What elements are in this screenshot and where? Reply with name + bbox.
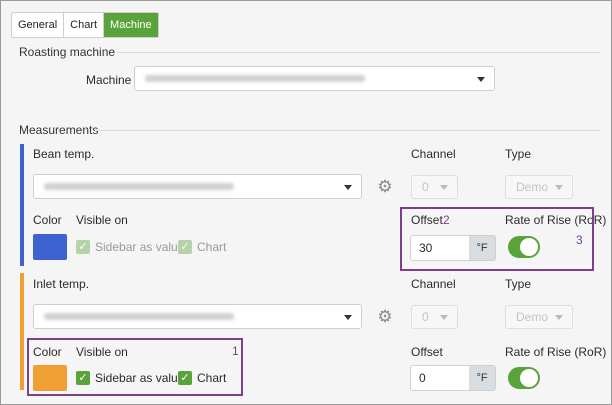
inlet-ror-label: Rate of Rise (RoR) <box>505 345 607 359</box>
inlet-type-select[interactable]: Demo <box>505 305 573 329</box>
inlet-channel-value: 0 <box>422 310 429 324</box>
inlet-type-value: Demo <box>516 310 549 324</box>
bean-channel-select[interactable]: 0 <box>411 175 458 199</box>
annotation-box-visible-on <box>27 338 243 396</box>
roasting-machine-title: Roasting machine <box>19 45 116 59</box>
bean-temp-label: Bean temp. <box>33 147 95 161</box>
bean-type-select[interactable]: Demo <box>505 175 573 199</box>
redacted-value <box>145 74 365 82</box>
machine-label: Machine <box>86 73 132 87</box>
chevron-down-icon <box>440 185 448 190</box>
bean-color-label: Color <box>33 213 62 227</box>
checkmark-icon: ✓ <box>178 240 192 254</box>
chevron-down-icon <box>555 185 563 190</box>
bean-type-label: Type <box>505 147 532 161</box>
measurements-title: Measurements <box>19 123 99 137</box>
chevron-down-icon <box>344 184 352 190</box>
divider <box>95 130 601 131</box>
inlet-accent-bar <box>20 273 24 390</box>
tab-machine[interactable]: Machine <box>104 13 158 37</box>
bean-sidebar-checkbox[interactable]: ✓ Sidebar as value <box>76 240 184 254</box>
inlet-offset-label: Offset <box>411 345 443 359</box>
chevron-down-icon <box>477 76 485 82</box>
redacted-value <box>44 182 234 190</box>
tab-general[interactable]: General <box>12 13 65 37</box>
inlet-offset-unit: °F <box>469 366 495 390</box>
bean-channel-label: Channel <box>411 147 456 161</box>
gear-icon[interactable]: ⚙ <box>376 308 394 326</box>
checkmark-icon: ✓ <box>76 240 90 254</box>
chevron-down-icon <box>344 314 352 320</box>
bean-sidebar-label: Sidebar as value <box>95 240 185 254</box>
chevron-down-icon <box>440 315 448 320</box>
inlet-offset-input[interactable]: 0 °F <box>410 365 496 391</box>
inlet-sensor-select[interactable] <box>33 304 362 329</box>
annotation-box-offset-ror <box>400 207 594 271</box>
bean-color-swatch[interactable] <box>33 234 67 260</box>
chevron-down-icon <box>555 315 563 320</box>
bean-sensor-select[interactable] <box>33 174 362 199</box>
machine-select[interactable] <box>134 66 495 91</box>
tab-chart[interactable]: Chart <box>64 13 105 37</box>
gear-icon[interactable]: ⚙ <box>376 178 394 196</box>
inlet-channel-select[interactable]: 0 <box>411 305 458 329</box>
bean-accent-bar <box>20 144 24 266</box>
inlet-temp-label: Inlet temp. <box>33 277 90 291</box>
bean-visible-on-label: Visible on <box>76 213 128 227</box>
bean-chart-label: Chart <box>197 240 227 254</box>
settings-panel: General Chart Machine Roasting machine M… <box>0 0 612 405</box>
tab-bar: General Chart Machine <box>11 12 159 38</box>
bean-chart-checkbox[interactable]: ✓ Chart <box>178 240 226 254</box>
toggle-knob <box>520 369 538 387</box>
inlet-ror-toggle[interactable] <box>508 367 540 389</box>
inlet-channel-label: Channel <box>411 277 456 291</box>
redacted-value <box>44 312 234 320</box>
divider <box>117 52 601 53</box>
bean-type-value: Demo <box>516 180 549 194</box>
bean-channel-value: 0 <box>422 180 429 194</box>
inlet-type-label: Type <box>505 277 532 291</box>
inlet-offset-value: 0 <box>419 371 426 385</box>
